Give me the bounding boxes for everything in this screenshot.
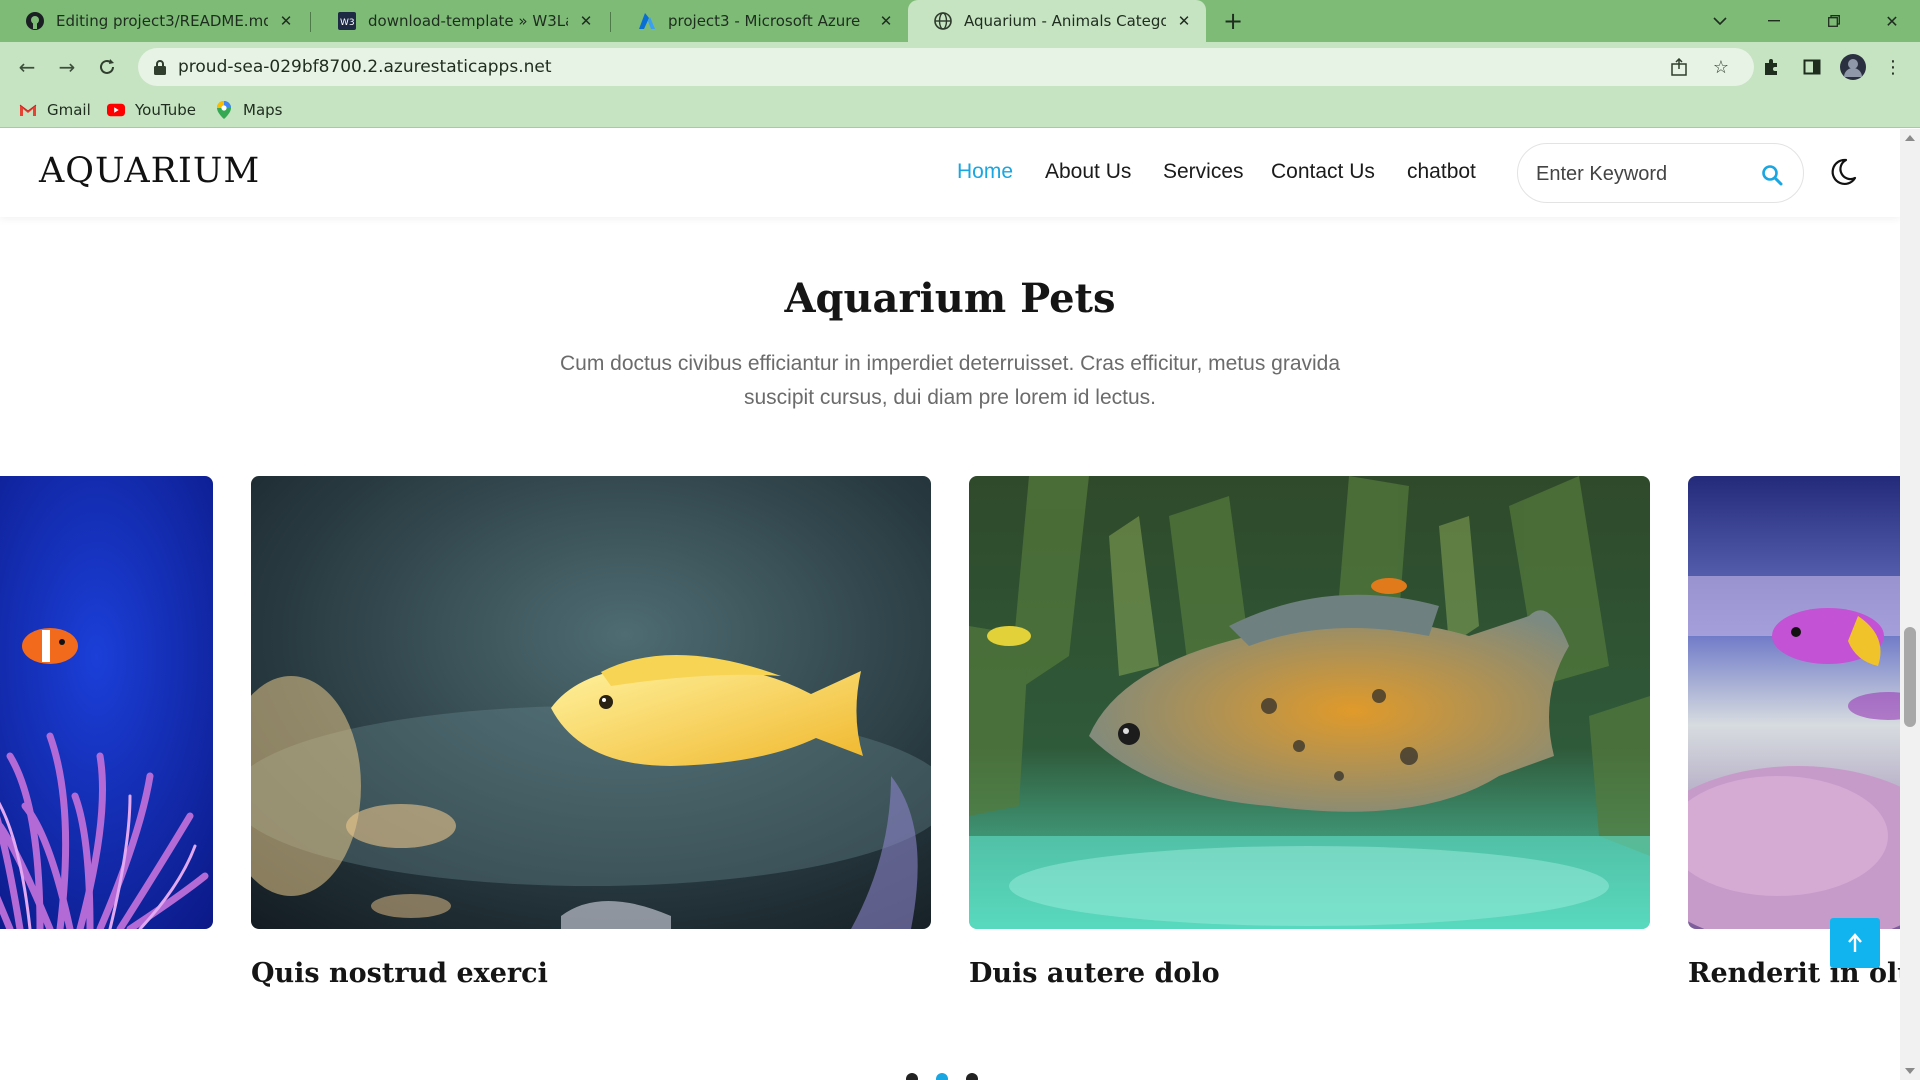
url-text[interactable]: proud-sea-029bf8700.2.azurestaticapps.ne… — [178, 57, 552, 77]
side-panel-icon[interactable] — [1799, 54, 1825, 80]
bookmark-maps[interactable]: Maps — [215, 101, 282, 119]
close-icon[interactable]: ✕ — [1174, 11, 1194, 31]
site-header: AQUARIUM Home About Us Services Contact … — [0, 129, 1900, 217]
search-icon[interactable] — [1761, 164, 1783, 186]
search-input[interactable] — [1536, 160, 1756, 188]
github-icon — [26, 12, 44, 30]
tab-aquarium[interactable]: Aquarium - Animals Category Re ✕ — [908, 0, 1206, 42]
nav-services[interactable]: Services — [1163, 160, 1244, 184]
dark-mode-moon-icon[interactable] — [1826, 156, 1858, 188]
back-to-top-button[interactable] — [1830, 918, 1880, 968]
carousel-dot[interactable] — [966, 1073, 978, 1080]
scrollbar-thumb[interactable] — [1904, 627, 1916, 727]
bookmark-label: Gmail — [47, 101, 91, 119]
tab-github[interactable]: Editing project3/README.md at m ✕ — [0, 0, 308, 42]
bookmark-label: YouTube — [135, 101, 196, 119]
back-arrow-icon[interactable]: ← — [12, 52, 42, 82]
card-image-clownfish[interactable] — [0, 476, 213, 929]
nav-home[interactable]: Home — [957, 160, 1013, 184]
scroll-down-arrow-icon[interactable] — [1905, 1068, 1915, 1074]
bookmark-youtube[interactable]: YouTube — [107, 101, 196, 119]
section-subtitle: Cum doctus civibus efficiantur in imperd… — [520, 347, 1380, 415]
forward-arrow-icon[interactable]: → — [52, 52, 82, 82]
arrow-up-icon — [1848, 933, 1862, 952]
lock-icon — [153, 59, 167, 75]
bookmark-star-icon[interactable]: ☆ — [1710, 56, 1732, 78]
new-tab-plus-icon[interactable]: + — [1220, 7, 1246, 35]
tab-w3layouts[interactable]: W3 download-template » W3Layouts ✕ — [312, 0, 608, 42]
tab-search-chevron-icon[interactable] — [1692, 0, 1748, 42]
youtube-icon — [107, 102, 125, 118]
close-icon[interactable]: ✕ — [276, 11, 296, 31]
tab-title: Editing project3/README.md at m — [56, 12, 268, 30]
carousel-dot[interactable] — [906, 1073, 918, 1080]
scroll-up-arrow-icon[interactable] — [1905, 135, 1915, 141]
subtitle-line: Cum doctus civibus efficiantur in imperd… — [559, 352, 1341, 375]
svg-text:W3: W3 — [340, 18, 355, 28]
tab-divider — [310, 12, 311, 32]
card-image-purple-reef-fish[interactable] — [1688, 476, 1900, 929]
azure-icon — [638, 12, 656, 30]
bookmarks-bar: Gmail YouTube Maps — [0, 92, 1920, 128]
carousel-dot-active[interactable] — [936, 1073, 948, 1080]
tab-azure[interactable]: project3 - Microsoft Azure ✕ — [612, 0, 908, 42]
close-icon[interactable]: ✕ — [576, 11, 596, 31]
bookmark-label: Maps — [243, 101, 283, 119]
nav-about-us[interactable]: About Us — [1045, 160, 1131, 184]
share-icon[interactable] — [1668, 56, 1690, 78]
carousel-dots — [906, 1073, 978, 1080]
subtitle-line: suscipit cursus, dui diam pre lorem id l… — [744, 386, 1156, 409]
address-bar[interactable]: proud-sea-029bf8700.2.azurestaticapps.ne… — [138, 48, 1754, 86]
card-image-yellow-cichlid[interactable] — [251, 476, 931, 929]
card-title[interactable]: Duis autere dolo — [969, 958, 1220, 989]
section-title: Aquarium Pets — [784, 275, 1116, 322]
search-box — [1517, 143, 1804, 203]
w3layouts-icon: W3 — [338, 12, 356, 30]
gmail-icon — [19, 102, 37, 118]
web-page: AQUARIUM Home About Us Services Contact … — [0, 129, 1900, 1080]
site-logo[interactable]: AQUARIUM — [39, 151, 260, 191]
nav-contact-us[interactable]: Contact Us — [1271, 160, 1375, 184]
browser-tab-strip: Editing project3/README.md at m ✕ W3 dow… — [0, 0, 1920, 42]
profile-avatar[interactable] — [1840, 54, 1866, 80]
maps-icon — [215, 101, 233, 119]
globe-icon — [934, 12, 952, 30]
page-scrollbar[interactable] — [1900, 129, 1920, 1080]
tab-title: download-template » W3Layouts — [368, 12, 568, 30]
reload-icon[interactable] — [92, 52, 122, 82]
card-title[interactable]: Quis nostrud exerci — [251, 958, 548, 989]
browser-toolbar: ← → proud-sea-029bf8700.2.azurestaticapp… — [0, 42, 1920, 92]
bookmark-gmail[interactable]: Gmail — [19, 101, 91, 119]
minimize-icon[interactable] — [1746, 0, 1802, 42]
kebab-menu-icon[interactable]: ⋮ — [1880, 54, 1906, 80]
restore-icon[interactable] — [1806, 0, 1862, 42]
nav-chatbot[interactable]: chatbot — [1407, 160, 1476, 184]
tab-title: Aquarium - Animals Category Re — [964, 12, 1166, 30]
card-image-oscar-fish[interactable] — [969, 476, 1650, 929]
tab-title: project3 - Microsoft Azure — [668, 12, 861, 30]
tab-divider — [610, 12, 611, 32]
close-icon[interactable]: ✕ — [876, 11, 896, 31]
extensions-puzzle-icon[interactable] — [1758, 54, 1784, 80]
close-window-icon[interactable]: ✕ — [1864, 0, 1920, 42]
